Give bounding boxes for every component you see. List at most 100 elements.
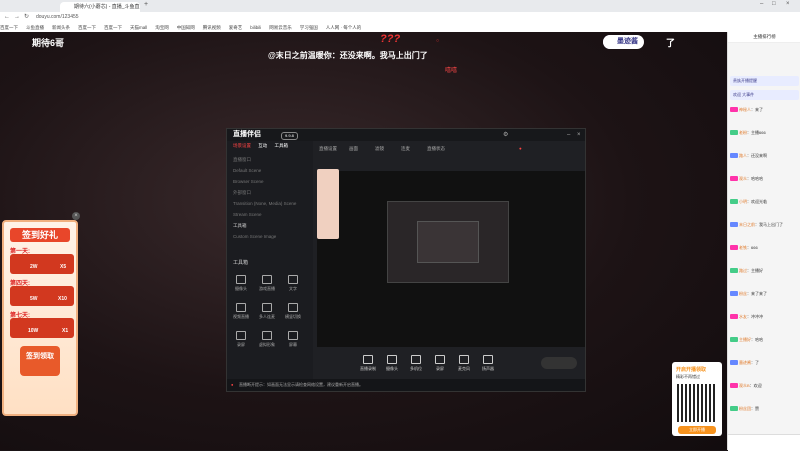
qr-subtitle: 精彩不再错过 — [676, 374, 700, 379]
side-item[interactable]: 直播窗口 — [233, 155, 309, 164]
app-minimize-icon[interactable]: – — [567, 129, 570, 141]
bookmark-item[interactable]: 中国知网 — [177, 23, 195, 32]
qr-button[interactable]: 立即开播 — [678, 426, 716, 434]
toolbar-item[interactable]: 直播设置 — [319, 146, 337, 152]
chat-message: 观众B：欢迎 — [730, 382, 799, 390]
side-item[interactable]: Browser Scene — [233, 177, 309, 186]
btool-mic[interactable]: 麦克风 — [453, 355, 475, 372]
bookmark-item[interactable]: 百度一下 — [78, 23, 96, 32]
side-item[interactable]: Default Scene — [233, 166, 309, 175]
app-top-toolbar: 直播设置 画面 滤镜 连麦 直播状态 ● — [319, 144, 583, 166]
side-item[interactable]: Stream Scene — [233, 210, 309, 219]
chat-user[interactable]: 路过 — [739, 268, 747, 273]
toolbar-item[interactable]: 直播状态 — [427, 146, 445, 152]
chat-message: 粉丝团：赞 — [730, 405, 799, 413]
nested-preview-inner — [417, 221, 479, 263]
streamer-title: 期待6哥 — [32, 38, 65, 48]
chat-panel: 主播排行榜 贵族开播提醒 欢迎 大事件 神秘人：来了 老粉：主播666 路人：还没来… — [727, 32, 800, 451]
btool-camera[interactable]: 摄像头 — [381, 355, 403, 372]
url-text[interactable]: douyu.com/123455 — [36, 12, 79, 23]
stream-video[interactable]: 期待6哥 ??? ○ @末日之前温暖你：还没来啊。我马上出门了 嘻嘻 墨迹酱 了… — [0, 32, 727, 450]
chat-notice[interactable]: 欢迎 大事件 — [730, 90, 799, 100]
btool-speaker[interactable]: 扬声器 — [477, 355, 499, 372]
tool-screen[interactable]: 屏幕 — [285, 331, 301, 348]
toolbar-item[interactable]: 画面 — [349, 146, 358, 152]
btool-screen[interactable]: 录屏 — [429, 355, 451, 372]
chat-user[interactable]: 墨迹酱 — [739, 360, 751, 365]
settings-icon[interactable]: ⚙ — [503, 129, 508, 141]
chat-user[interactable]: 水友 — [739, 314, 747, 319]
address-bar[interactable]: ← → ↻ douyu.com/123455 — [0, 12, 800, 23]
chat-user[interactable]: 粉丝 — [739, 291, 747, 296]
tool-game[interactable]: 游戏直播 — [259, 275, 275, 292]
tool-camera[interactable]: 摄像头 — [233, 275, 249, 292]
app-bottom-toolbar: 直播录制 摄像头 多机位 录屏 麦克风 扬声器 — [313, 351, 585, 377]
chat-user[interactable]: 观众 — [739, 176, 747, 181]
warning-icon: ● — [231, 382, 234, 387]
bookmark-item[interactable]: 百度一下 — [0, 23, 18, 32]
chat-user[interactable]: 末日之前 — [739, 222, 755, 227]
chat-user[interactable]: 小明 — [739, 199, 747, 204]
chat-user[interactable]: 老铁 — [739, 245, 747, 250]
bookmark-item[interactable]: 天猫mall — [130, 23, 147, 32]
app-close-icon[interactable]: × — [577, 129, 581, 141]
chat-text: 哈哈哈 — [751, 176, 763, 181]
chat-header[interactable]: 主播排行榜 — [728, 32, 800, 43]
minimize-icon[interactable]: – — [760, 1, 763, 7]
tool-record[interactable]: 录屏 — [233, 331, 249, 348]
level-badge — [730, 222, 738, 228]
bookmark-item[interactable]: 人人网 · 每个人的 — [326, 23, 362, 32]
bookmark-item[interactable]: 腾讯视频 — [203, 23, 221, 32]
chat-input[interactable] — [728, 434, 800, 451]
tool-avatar[interactable]: 虚拟形象 — [259, 331, 275, 348]
stream-preview[interactable] — [317, 171, 585, 347]
bookmark-item[interactable]: 新闻头条 — [52, 23, 70, 32]
side-item[interactable]: Custom Scene Image — [233, 232, 309, 241]
chat-user[interactable]: 粉丝团 — [739, 406, 751, 411]
tab-interact[interactable]: 互动 — [258, 143, 267, 148]
bookmark-item[interactable]: 学习强国 — [300, 23, 318, 32]
tool-multi[interactable]: 多人连麦 — [259, 303, 275, 320]
tab-scene[interactable]: 场景设置 — [233, 143, 251, 148]
browser-tab-active[interactable]: 期待六(小蘑芯) - 直播_斗鱼直播(TV) — [60, 2, 140, 20]
chat-user[interactable]: 路人 — [739, 153, 747, 158]
start-live-button[interactable] — [541, 357, 577, 369]
bookmark-item[interactable]: 百度一下 — [104, 23, 122, 32]
toolbar-item[interactable]: 滤镜 — [375, 146, 384, 152]
signin-close-icon[interactable]: × — [72, 212, 80, 220]
reward-left: 10W — [28, 328, 39, 334]
chat-message: 水友：冲冲冲 — [730, 313, 799, 321]
side-item[interactable]: 外部窗口 — [233, 188, 309, 197]
bookmark-item[interactable]: 爱奇艺 — [229, 23, 243, 32]
tab-toolbox[interactable]: 工具箱 — [275, 143, 289, 148]
toolbar-item[interactable]: 连麦 — [401, 146, 410, 152]
tool-text[interactable]: 文字 — [285, 275, 301, 292]
level-badge — [730, 337, 738, 343]
close-icon[interactable]: × — [786, 1, 790, 7]
reload-icon[interactable]: ↻ — [24, 12, 29, 23]
bookmark-item[interactable]: bilibili — [250, 23, 261, 32]
forward-icon[interactable]: → — [14, 12, 20, 23]
btool-multi[interactable]: 多机位 — [405, 355, 427, 372]
qr-panel: 开启开播领取 精彩不再错过 立即开播 — [672, 362, 722, 436]
chat-text: 来了来了 — [751, 291, 767, 296]
maximize-icon[interactable]: □ — [772, 1, 776, 7]
level-badge — [730, 268, 738, 274]
tool-orient[interactable]: 横竖切换 — [285, 303, 301, 320]
chat-user[interactable]: 观众B — [739, 383, 750, 388]
side-item[interactable]: Transition (None, Media) Scene — [233, 199, 309, 208]
bookmark-item[interactable]: 斗鱼直播 — [26, 23, 44, 32]
btool-record[interactable]: 直播录制 — [357, 355, 379, 372]
chat-user[interactable]: 神秘人 — [739, 107, 751, 112]
tool-video[interactable]: 视频直播 — [233, 303, 249, 320]
new-tab-icon[interactable]: + — [144, 1, 148, 8]
chat-user[interactable]: 老粉 — [739, 130, 747, 135]
bookmark-item[interactable]: 网易云音乐 — [269, 23, 292, 32]
signin-claim-button[interactable]: 签到领取 — [20, 346, 60, 376]
signin-panel[interactable]: 签到好礼 第一天: 2W X5 第四天: 5W X10 第七天: 10W X1 … — [2, 220, 78, 416]
chat-notice[interactable]: 贵族开播提醒 — [730, 76, 799, 86]
bookmark-item[interactable]: 淘宝网 — [155, 23, 169, 32]
back-icon[interactable]: ← — [4, 12, 10, 23]
side-item[interactable]: 工具箱 — [233, 221, 309, 230]
chat-user[interactable]: 主播好 — [739, 337, 751, 342]
